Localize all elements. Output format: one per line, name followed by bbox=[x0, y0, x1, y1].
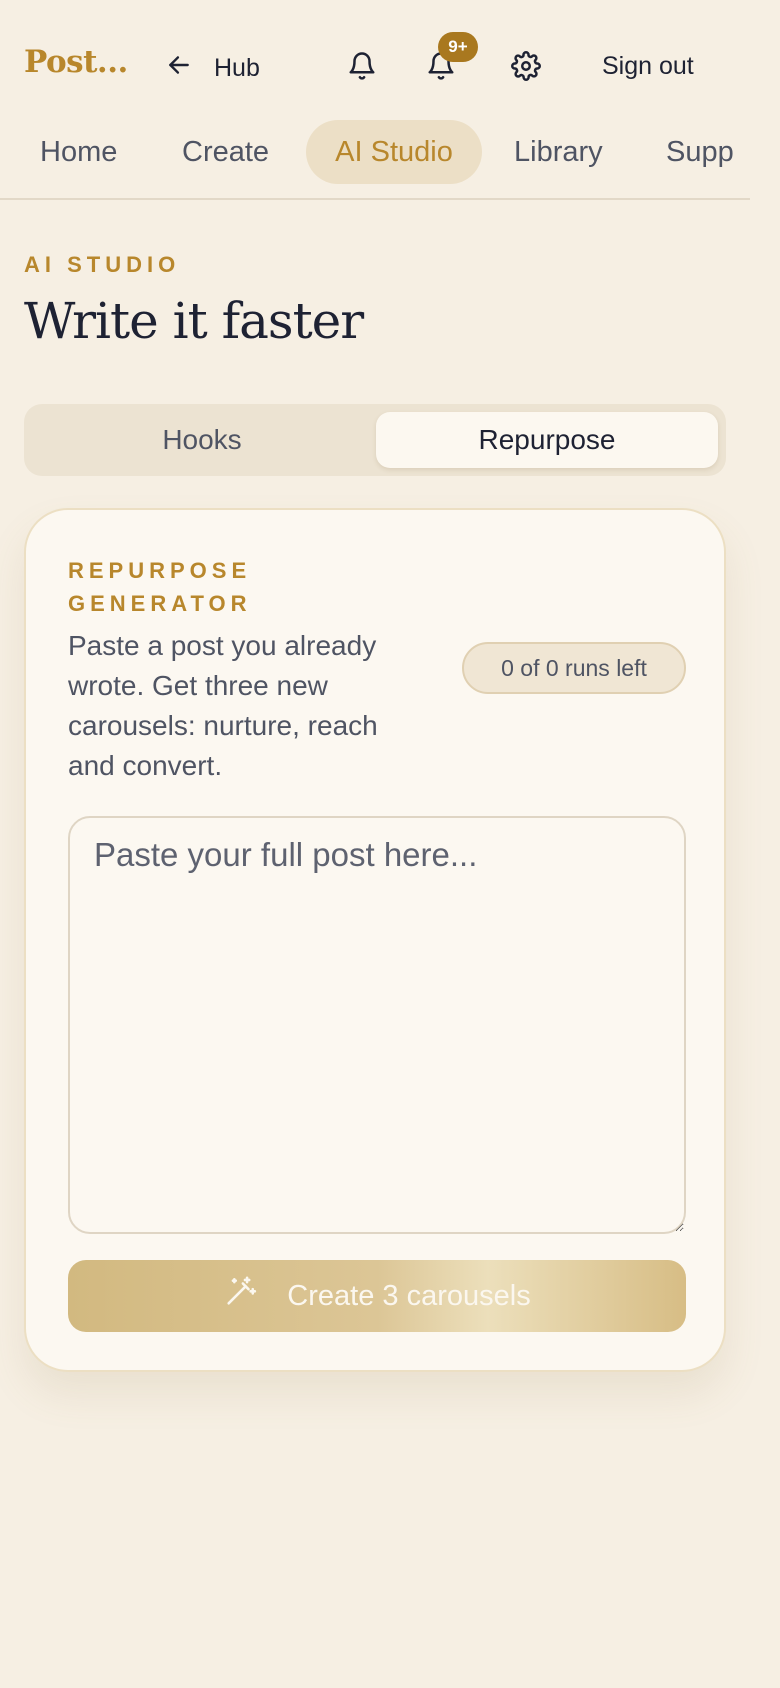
tab-ai-studio[interactable]: AI Studio bbox=[306, 120, 482, 184]
tab-home[interactable]: Home bbox=[40, 120, 117, 184]
card-eyebrow: REPURPOSE GENERATOR bbox=[68, 558, 252, 616]
mode-switcher: Hooks Repurpose bbox=[24, 404, 726, 476]
settings-button[interactable] bbox=[506, 48, 546, 88]
top-bar: Post... Hub 9+ Sign out bbox=[0, 0, 750, 135]
create-button-label: Create 3 carousels bbox=[287, 1279, 531, 1312]
arrow-left-icon bbox=[166, 52, 192, 85]
runs-left-badge: 0 of 0 runs left bbox=[462, 642, 686, 694]
section-eyebrow: AI STUDIO bbox=[24, 252, 181, 277]
hooks-toggle[interactable]: Hooks bbox=[32, 412, 372, 468]
magic-wand-icon bbox=[223, 1275, 257, 1317]
repurpose-card: REPURPOSE GENERATOR Paste a post you alr… bbox=[24, 508, 726, 1372]
page-title: Write it faster bbox=[24, 292, 364, 350]
back-to-hub-link[interactable]: Hub bbox=[166, 48, 260, 88]
repurpose-toggle[interactable]: Repurpose bbox=[376, 412, 718, 468]
brand-logo[interactable]: Post... bbox=[24, 44, 128, 80]
tab-create[interactable]: Create bbox=[182, 120, 269, 184]
notifications-button[interactable] bbox=[342, 48, 382, 88]
notification-count-badge: 9+ bbox=[438, 32, 478, 62]
gear-icon bbox=[511, 50, 541, 86]
tab-library[interactable]: Library bbox=[514, 120, 603, 184]
hub-label: Hub bbox=[214, 53, 260, 82]
tab-support[interactable]: Supp bbox=[666, 120, 734, 184]
main-nav: Home Create AI Studio Library Supp bbox=[0, 120, 750, 200]
sign-out-button[interactable]: Sign out bbox=[602, 52, 694, 81]
card-description: Paste a post you already wrote. Get thre… bbox=[68, 630, 378, 781]
bell-icon bbox=[347, 51, 377, 86]
create-carousels-button[interactable]: Create 3 carousels bbox=[68, 1260, 686, 1332]
post-input[interactable] bbox=[68, 816, 686, 1234]
